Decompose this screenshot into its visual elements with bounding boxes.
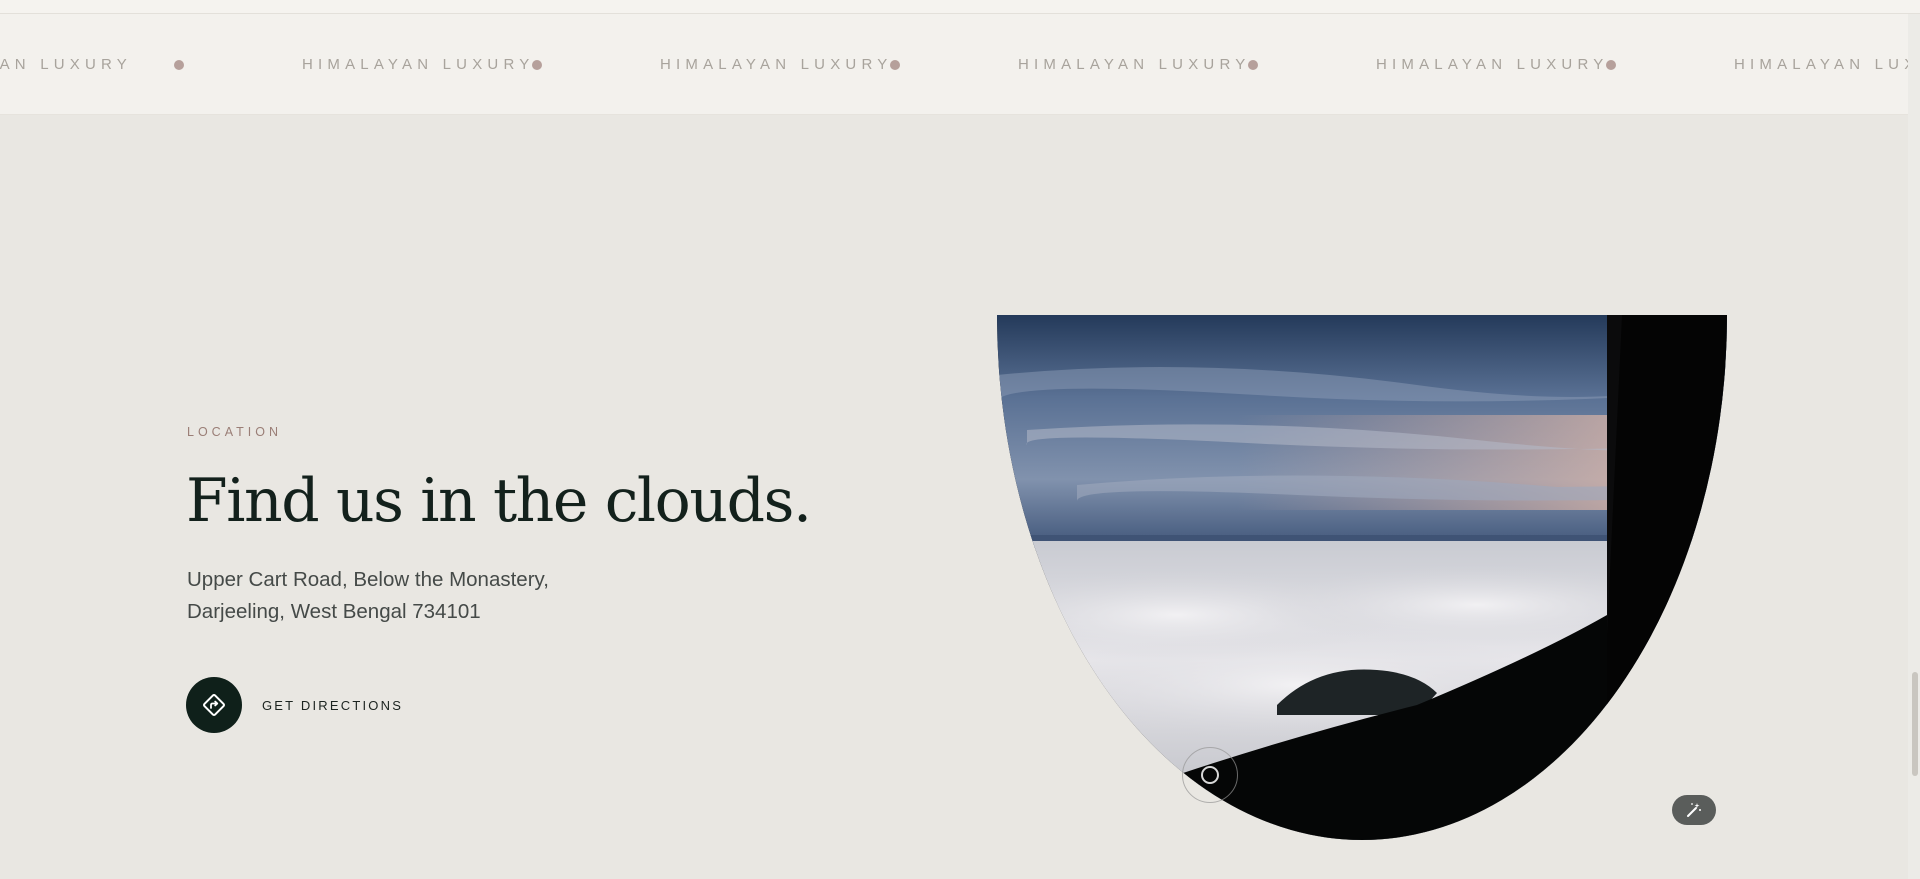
marquee-track: YAN LUXURY HIMALAYAN LUXURY HIMALAYAN LU… (0, 14, 1920, 114)
address: Upper Cart Road, Below the Monastery, Da… (187, 564, 549, 628)
sky-above-clouds-image (997, 315, 1727, 840)
marquee-dot (1606, 59, 1616, 70)
marquee-item: HIMALAYAN LUXURY (660, 56, 1018, 73)
location-image (997, 315, 1727, 840)
marquee-item: HIMALAYAN LUXURY (1734, 56, 1920, 73)
marquee-text: HIMALAYAN LUXURY (1018, 56, 1251, 73)
magic-edit-button[interactable] (1672, 795, 1716, 825)
directions-label[interactable]: GET DIRECTIONS (262, 698, 403, 713)
directions-button[interactable] (186, 677, 242, 733)
marquee-text: HIMALAYAN LUXURY (660, 56, 893, 73)
section-title: Find us in the clouds. (186, 466, 812, 536)
page-scrollbar[interactable] (1908, 14, 1920, 879)
marquee-dot (890, 59, 900, 70)
marquee-banner: YAN LUXURY HIMALAYAN LUXURY HIMALAYAN LU… (0, 14, 1920, 115)
circle-play-icon (1201, 766, 1219, 784)
marquee-text: HIMALAYAN LUXURY (1376, 56, 1609, 73)
get-directions-link[interactable]: GET DIRECTIONS (186, 677, 403, 733)
marquee-item: HIMALAYAN LUXURY (302, 56, 660, 73)
directions-sign-icon (203, 694, 225, 716)
scrollbar-thumb[interactable] (1912, 672, 1918, 776)
magic-wand-icon (1687, 803, 1701, 817)
marquee-item: HIMALAYAN LUXURY (1376, 56, 1734, 73)
video-play-button[interactable] (1182, 747, 1238, 803)
marquee-text: HIMALAYAN LUXURY (1734, 56, 1920, 73)
top-strip (0, 0, 1920, 14)
marquee-item: YAN LUXURY (0, 56, 302, 73)
marquee-dot (174, 59, 184, 70)
marquee-item: HIMALAYAN LUXURY (1018, 56, 1376, 73)
address-line-2: Darjeeling, West Bengal 734101 (187, 600, 481, 623)
marquee-dot (532, 59, 542, 70)
marquee-text: YAN LUXURY (0, 56, 132, 73)
marquee-dot (1248, 59, 1258, 70)
address-line-1: Upper Cart Road, Below the Monastery, (187, 568, 549, 591)
marquee-text: HIMALAYAN LUXURY (302, 56, 535, 73)
section-eyebrow: LOCATION (187, 425, 282, 439)
